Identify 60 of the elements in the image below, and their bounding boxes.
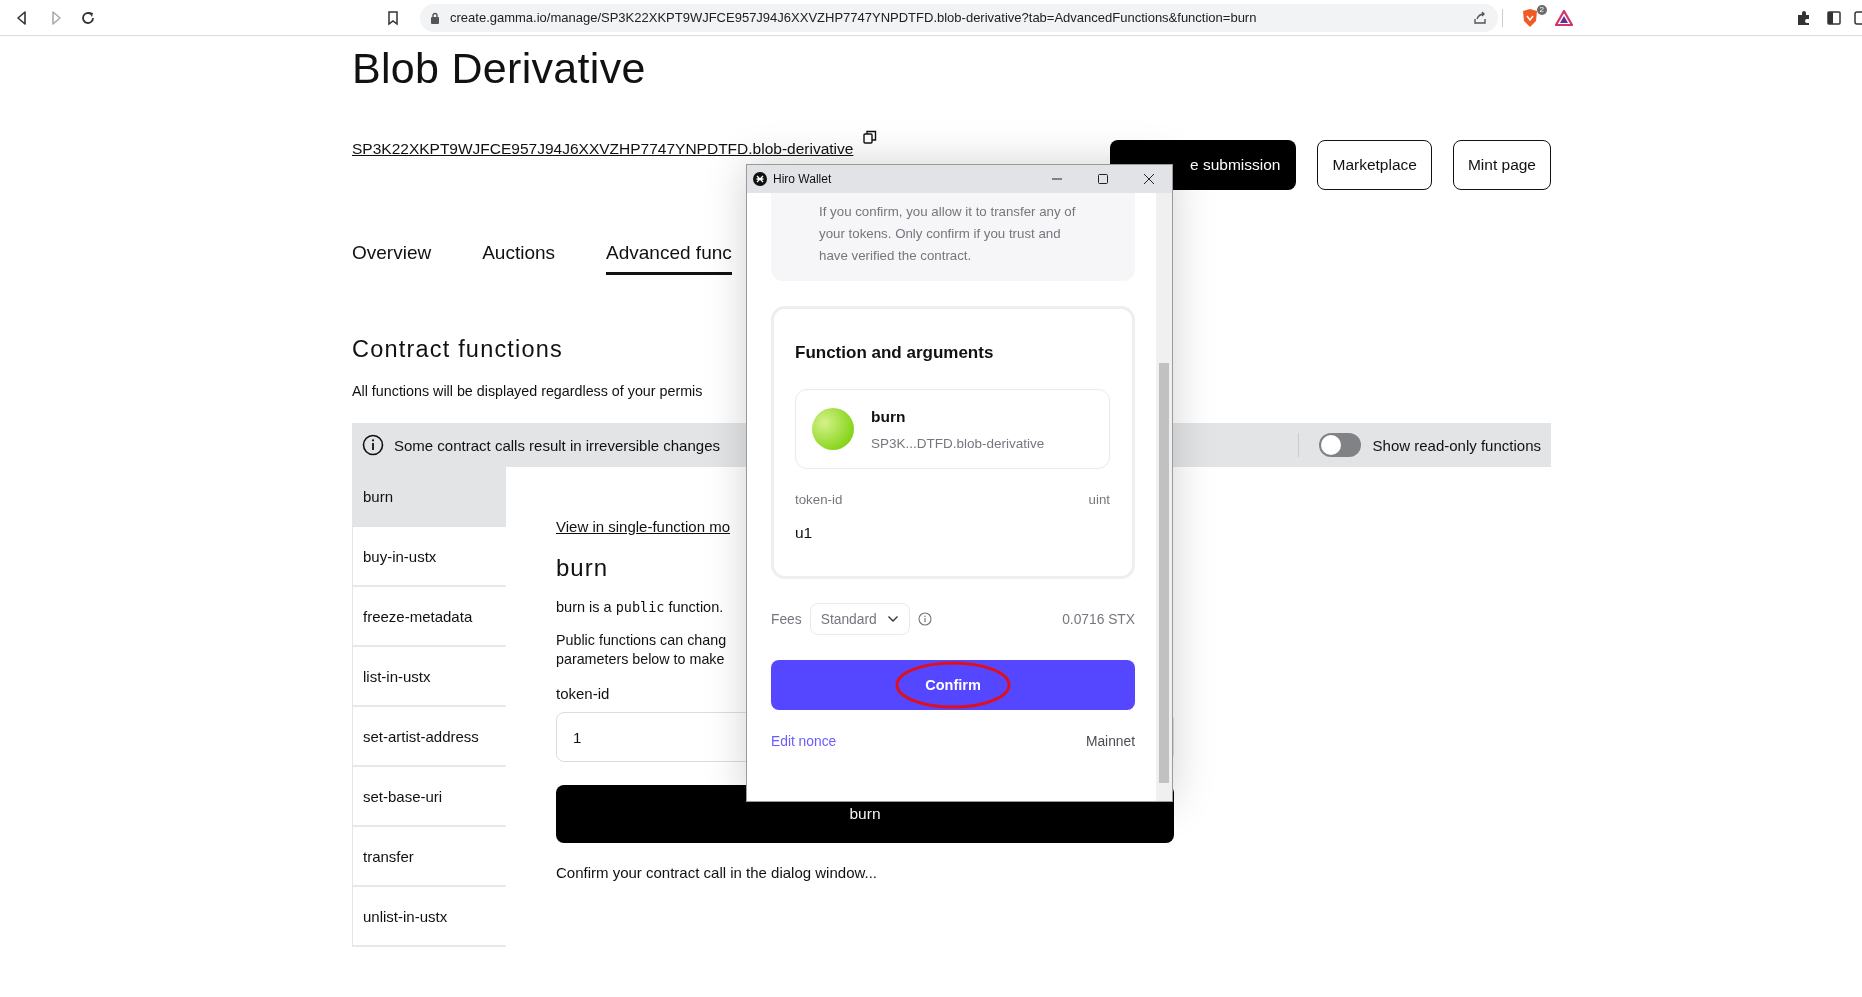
shield-icon[interactable]	[1521, 7, 1539, 28]
section-title: Contract functions	[352, 335, 563, 364]
function-item[interactable]: freeze-metadata	[353, 587, 506, 647]
address-bar[interactable]: create.gamma.io/manage/SP3K22XKPT9WJFCE957J94J6XXVZHP7747YNPDTFD.blob-derivative?tab=AdvancedFunctions&function=burn	[420, 3, 1498, 32]
fee-dropdown[interactable]: Standard	[809, 603, 910, 635]
section-description: All functions will be displayed regardless of your permis	[352, 382, 703, 401]
function-item[interactable]: unlist-in-ustx	[353, 887, 506, 947]
sidebar-icon[interactable]	[1826, 9, 1842, 26]
function-summary: burn is a public function.	[556, 599, 725, 615]
status-text: Confirm your contract call in the dialog window...	[556, 864, 877, 881]
toggle-label: Show read-only functions	[1372, 436, 1541, 454]
tab[interactable]: Overview	[352, 236, 432, 275]
argument-value: u1	[795, 524, 814, 542]
network-label: Mainnet	[1085, 734, 1135, 749]
notification-badge: 2	[1536, 4, 1547, 15]
contract-link[interactable]: SP3K22XKPT9WJFCE957J94J6XXVZHP7747YNPDTFD.blob-derivative	[352, 140, 854, 158]
contract-avatar-icon	[812, 408, 854, 450]
function-item[interactable]: set-artist-address	[353, 707, 506, 767]
argument-name: token-id	[795, 492, 843, 507]
function-item[interactable]: burn	[353, 467, 506, 527]
window-title: Hiro Wallet	[773, 172, 832, 186]
close-icon	[1143, 173, 1155, 185]
function-title: burn	[556, 553, 610, 583]
card-title: Function and arguments	[795, 343, 995, 363]
toggle-switch[interactable]	[1318, 433, 1361, 457]
extensions-icon[interactable]	[1796, 9, 1812, 26]
tab[interactable]: Advanced func	[606, 236, 732, 275]
function-item[interactable]: set-base-uri	[353, 767, 506, 827]
triangle-icon[interactable]	[1555, 9, 1573, 26]
tab[interactable]: Auctions	[482, 236, 556, 275]
fees-label: Fees	[771, 611, 802, 627]
bookmark-icon[interactable]	[386, 9, 400, 26]
lock-icon	[430, 11, 440, 24]
function-item[interactable]: buy-in-ustx	[353, 527, 506, 587]
function-item[interactable]: list-in-ustx	[353, 647, 506, 707]
argument-label: token-id	[556, 685, 610, 702]
info-icon[interactable]	[917, 612, 932, 626]
reload-icon[interactable]	[80, 9, 96, 26]
function-item[interactable]: transfer	[353, 827, 506, 887]
info-icon	[362, 434, 384, 456]
page-title: Blob Derivative	[352, 43, 646, 94]
edit-nonce-link[interactable]: Edit nonce	[771, 734, 837, 749]
share-icon[interactable]	[1472, 9, 1488, 26]
single-function-link[interactable]: View in single-function mo	[556, 518, 730, 535]
scrollbar[interactable]	[1156, 193, 1172, 801]
notice-text: Some contract calls result in irreversible changes	[394, 436, 720, 454]
chevron-icon	[886, 615, 899, 623]
confirm-button[interactable]: Confirm	[771, 660, 1135, 710]
maximize-icon	[1097, 173, 1109, 185]
copy-icon[interactable]	[863, 130, 878, 144]
argument-type: uint	[1088, 492, 1110, 507]
wallet-logo-icon	[753, 172, 767, 186]
link-button[interactable]: Mint page	[1452, 140, 1551, 190]
function-description: Public functions can chang parameters below to make	[556, 631, 727, 669]
window-icon[interactable]	[1854, 9, 1862, 26]
warning-text: If you confirm, you allow it to transfer any of your tokens. Only confirm if you trust and have verified the contract.	[771, 193, 1135, 281]
function-name: burn	[871, 407, 907, 426]
link-button[interactable]: Marketplace	[1317, 140, 1432, 190]
contract-name: SP3K...DTFD.blob-derivative	[871, 435, 1045, 451]
fee-amount: 0.0716 STX	[1062, 611, 1135, 627]
